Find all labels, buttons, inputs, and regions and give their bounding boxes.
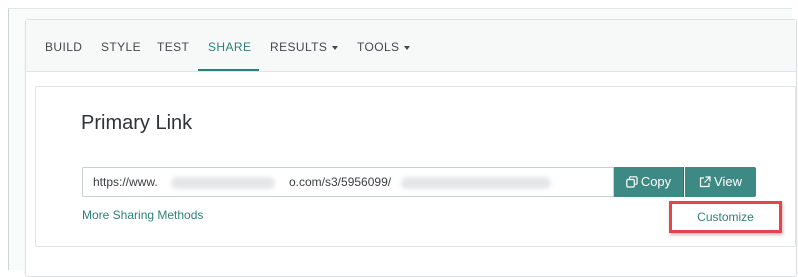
tab-tools[interactable]: TOOLS	[357, 40, 411, 54]
tab-style[interactable]: STYLE	[101, 40, 141, 54]
customize-link[interactable]: Customize	[672, 204, 779, 230]
primary-link-card: Primary Link https://www. o.com/s3/59560…	[35, 86, 796, 247]
customize-highlight: Customize	[669, 201, 782, 233]
active-tab-indicator	[198, 69, 259, 71]
view-button-label: View	[714, 174, 742, 189]
primary-link-url-field[interactable]: https://www. o.com/s3/5956099/	[82, 167, 614, 197]
view-button[interactable]: View	[685, 167, 756, 197]
url-middle-text: o.com/s3/5956099/	[289, 175, 392, 189]
external-link-icon	[699, 176, 711, 188]
tab-results[interactable]: RESULTS	[270, 40, 339, 54]
survey-panel: BUILD STYLE TEST SHARE RESULTS TOOLS Pri…	[25, 19, 797, 277]
tab-share[interactable]: SHARE	[208, 40, 251, 54]
caret-down-icon	[332, 45, 339, 50]
tab-results-label: RESULTS	[270, 40, 328, 54]
page-title: Primary Link	[81, 112, 193, 134]
tab-tools-label: TOOLS	[357, 40, 400, 54]
redaction-blur	[401, 177, 551, 189]
caret-down-icon	[404, 45, 411, 50]
tab-build[interactable]: BUILD	[45, 40, 82, 54]
more-sharing-methods-link[interactable]: More Sharing Methods	[82, 208, 203, 222]
copy-button-label: Copy	[640, 174, 672, 189]
url-start-text: https://www.	[93, 175, 158, 189]
redaction-blur	[171, 177, 275, 189]
survey-nav: BUILD STYLE TEST SHARE RESULTS TOOLS	[26, 20, 796, 72]
copy-icon	[626, 176, 638, 188]
tab-test[interactable]: TEST	[157, 40, 189, 54]
copy-button[interactable]: Copy	[614, 167, 684, 197]
